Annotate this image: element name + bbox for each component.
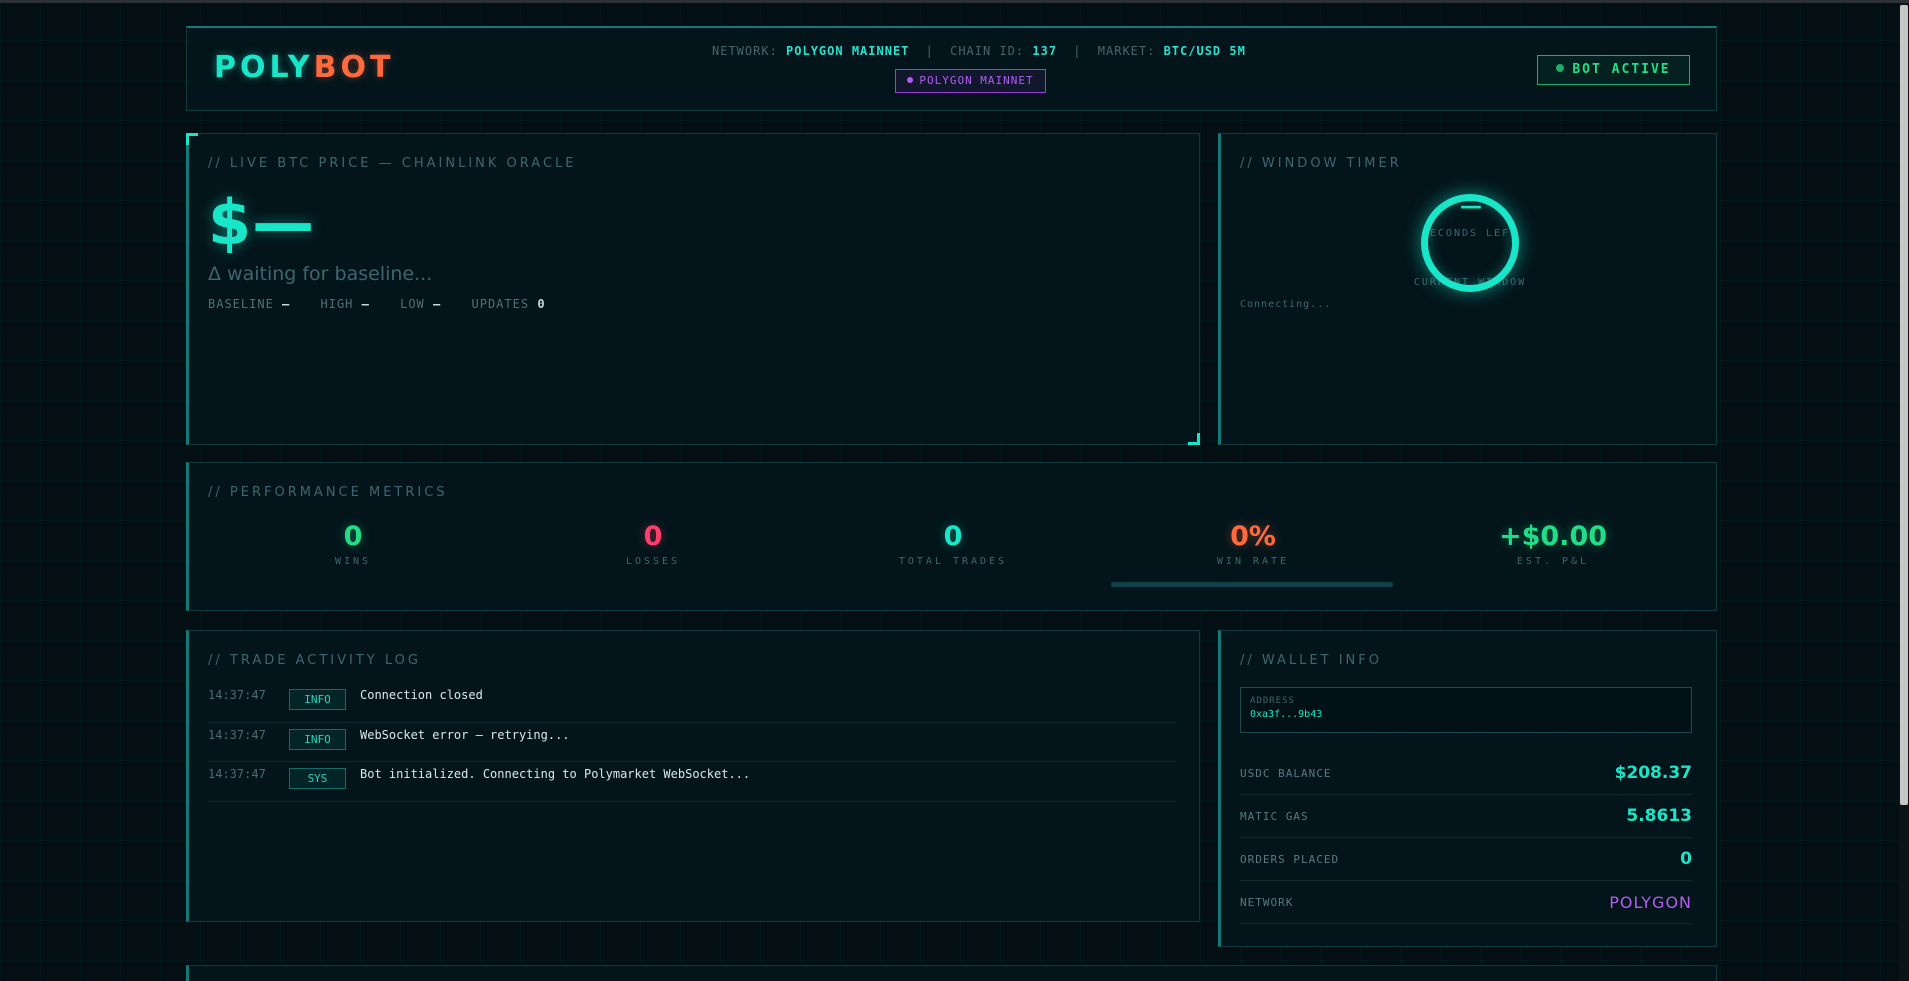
baseline-value: —	[282, 297, 291, 311]
log-entry: 14:37:47 INFO Connection closed	[208, 683, 1176, 723]
log-entry: 14:37:47 INFO WebSocket error — retrying…	[208, 723, 1176, 762]
panel-title: // TRADE ACTIVITY LOG	[208, 653, 421, 668]
log-time: 14:37:47	[208, 688, 266, 702]
connection-status: Connecting...	[1240, 299, 1332, 310]
updates-value: 0	[537, 297, 546, 311]
high-value: —	[361, 297, 370, 311]
wallet-info-panel: // WALLET INFO ADDRESS 0xa3f...9b43 USDC…	[1218, 630, 1717, 947]
bot-status-badge[interactable]: BOT ACTIVE	[1537, 55, 1690, 85]
network-value: POLYGON MAINNET	[786, 44, 910, 58]
live-price-panel: // LIVE BTC PRICE — CHAINLINK ORACLE $— …	[186, 133, 1200, 445]
log-tag: INFO	[289, 728, 346, 750]
logo-bot: BOT	[313, 50, 395, 85]
pnl-value: +$0.00	[1498, 521, 1608, 552]
status-dot-icon	[907, 77, 914, 83]
network-info: NETWORK: POLYGON MAINNET | CHAIN ID: 137…	[712, 44, 1245, 58]
baseline-label: BASELINE	[208, 297, 274, 311]
performance-metrics-panel: // PERFORMANCE METRICS 0 WINS 0 LOSSES 0…	[186, 462, 1717, 611]
losses-value: 0	[643, 521, 663, 552]
log-list[interactable]: 14:37:47 INFO Connection closed 14:37:47…	[208, 683, 1176, 802]
trade-activity-log-panel: // TRADE ACTIVITY LOG 14:37:47 INFO Conn…	[186, 630, 1200, 922]
window-top-border	[0, 0, 1909, 3]
panel-title: // PERFORMANCE METRICS	[208, 485, 448, 500]
market-value: BTC/USD 5M	[1163, 44, 1246, 58]
log-time: 14:37:47	[208, 727, 266, 742]
price-delta: Δ waiting for baseline...	[208, 263, 433, 285]
app-logo: POLYBOT	[214, 50, 395, 85]
network-row: NETWORK POLYGON	[1240, 881, 1692, 924]
logo-poly: POLY	[214, 50, 314, 85]
win-rate-metric: 0% WIN RATE	[1153, 521, 1353, 567]
price-stats: BASELINE — HIGH — LOW — UPDATES 0	[208, 297, 568, 311]
matic-gas-label: MATIC GAS	[1240, 809, 1309, 823]
low-value: —	[433, 297, 442, 311]
log-message: Bot initialized. Connecting to Polymarke…	[360, 767, 751, 781]
log-entry: 14:37:47 SYS Bot initialized. Connecting…	[208, 762, 1176, 802]
market-label: MARKET:	[1097, 44, 1156, 58]
corner-accent	[1188, 433, 1200, 445]
usdc-balance-row: USDC BALANCE $208.37	[1240, 752, 1692, 795]
orders-placed-row: ORDERS PLACED 0	[1240, 838, 1692, 881]
separator: |	[1073, 44, 1082, 58]
usdc-balance-value: $208.37	[1614, 763, 1692, 783]
network-badge-label: POLYGON MAINNET	[919, 74, 1034, 87]
pnl-metric: +$0.00 EST. P&L	[1453, 521, 1653, 567]
panel-title: // LIVE BTC PRICE — CHAINLINK ORACLE	[208, 156, 577, 171]
network-label: NETWORK	[1240, 895, 1294, 909]
wins-label: WINS	[334, 556, 372, 567]
corner-accent	[186, 133, 198, 145]
wallet-rows: USDC BALANCE $208.37 MATIC GAS 5.8613 OR…	[1240, 752, 1692, 924]
log-tag: INFO	[289, 689, 346, 710]
wins-value: 0	[343, 521, 363, 552]
orders-placed-value: 0	[1680, 849, 1692, 869]
chain-id-value: 137	[1032, 44, 1058, 58]
orders-placed-label: ORDERS PLACED	[1240, 852, 1340, 866]
panel-title: // WALLET INFO	[1240, 653, 1382, 668]
address-box[interactable]: ADDRESS 0xa3f...9b43	[1240, 687, 1692, 733]
matic-gas-row: MATIC GAS 5.8613	[1240, 795, 1692, 838]
updates-label: UPDATES	[471, 297, 530, 311]
win-rate-value: 0%	[1230, 521, 1276, 552]
header-bar: POLYBOT NETWORK: POLYGON MAINNET | CHAIN…	[186, 26, 1717, 111]
scrollbar[interactable]	[1899, 3, 1909, 981]
pnl-label: EST. P&L	[1516, 556, 1590, 567]
next-panel-edge	[186, 965, 1717, 981]
log-message: Connection closed	[360, 688, 483, 702]
low-stat: LOW —	[400, 297, 441, 311]
usdc-balance-label: USDC BALANCE	[1240, 766, 1332, 780]
network-label: NETWORK:	[712, 44, 778, 58]
chain-id-label: CHAIN ID:	[950, 44, 1025, 58]
baseline-stat: BASELINE —	[208, 297, 290, 311]
panel-title: // WINDOW TIMER	[1240, 156, 1402, 171]
total-trades-label: TOTAL TRADES	[898, 556, 1008, 567]
total-trades-value: 0	[943, 521, 963, 552]
countdown-value: —	[1460, 194, 1482, 219]
btc-price-value: $—	[208, 186, 316, 259]
address-value: 0xa3f...9b43	[1250, 709, 1323, 720]
scrollbar-thumb[interactable]	[1900, 5, 1908, 805]
network-badge: POLYGON MAINNET	[895, 69, 1046, 93]
address-label: ADDRESS	[1250, 696, 1295, 706]
win-rate-label: WIN RATE	[1216, 556, 1290, 567]
log-time: 14:37:47	[208, 767, 266, 781]
separator: |	[925, 44, 934, 58]
bot-status-label: BOT ACTIVE	[1572, 62, 1671, 77]
high-stat: HIGH —	[321, 297, 370, 311]
status-dot-icon	[1556, 64, 1565, 72]
log-tag: SYS	[289, 768, 346, 789]
matic-gas-value: 5.8613	[1626, 806, 1692, 826]
updates-stat: UPDATES 0	[472, 297, 546, 311]
low-label: LOW	[400, 297, 425, 311]
losses-label: LOSSES	[625, 556, 681, 567]
network-value: POLYGON	[1609, 892, 1692, 912]
high-label: HIGH	[320, 297, 354, 311]
losses-metric: 0 LOSSES	[553, 521, 753, 567]
total-trades-metric: 0 TOTAL TRADES	[853, 521, 1053, 567]
win-rate-bar	[1111, 582, 1393, 587]
wins-metric: 0 WINS	[253, 521, 453, 567]
window-timer-panel: // WINDOW TIMER SECONDS LEFT CURRENT WIN…	[1218, 133, 1717, 445]
log-message: WebSocket error — retrying...	[360, 727, 570, 742]
